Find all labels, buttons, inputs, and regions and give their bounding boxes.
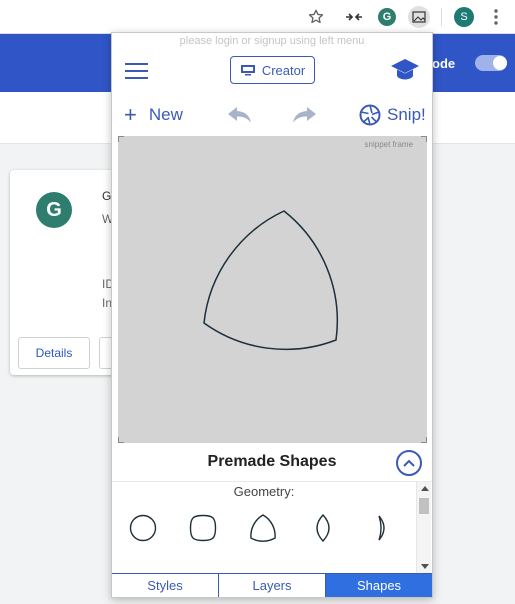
scroll-thumb[interactable] [419, 498, 429, 514]
new-button[interactable]: + New [124, 101, 183, 129]
aperture-icon [359, 104, 381, 126]
background-card: G G W ID In Details [10, 170, 120, 375]
new-label: New [148, 105, 183, 124]
toggle-knob [493, 56, 507, 70]
shapes-panel: Geometry: [112, 481, 432, 574]
tab-shapes[interactable]: Shapes [326, 574, 432, 597]
card-logo: G [36, 192, 72, 228]
chevron-up-icon [403, 459, 415, 467]
grammarly-extension-icon[interactable]: G [375, 5, 399, 29]
scroll-up-arrow-icon[interactable] [421, 486, 429, 491]
graduation-cap-icon[interactable] [390, 57, 420, 83]
snip-extension-icon[interactable] [407, 5, 431, 29]
reuleaux-triangle-option[interactable] [247, 512, 279, 544]
extension-arrows-icon[interactable] [342, 5, 366, 29]
premade-shapes-header: Premade Shapes [112, 446, 432, 480]
screen: G S ode G G W ID In Details please login… [0, 0, 515, 604]
profile-initial: S [454, 7, 474, 27]
vesica-shape-option[interactable] [307, 512, 339, 544]
drawing-canvas[interactable]: snippet frame [118, 136, 427, 443]
editor-toolbar: + New Snip! [112, 99, 432, 133]
reuleaux-triangle-shape[interactable] [118, 136, 427, 443]
mode-toggle[interactable] [475, 55, 507, 71]
bookmark-star-icon[interactable] [304, 5, 328, 29]
bottom-tabs: Styles Layers Shapes [112, 573, 432, 597]
login-notice: please login or signup using left menu [179, 35, 365, 47]
toolbar-separator [441, 8, 442, 26]
profile-avatar[interactable]: S [452, 5, 476, 29]
squircle-shape-option[interactable] [187, 512, 219, 544]
browser-toolbar: G S [0, 0, 515, 34]
tab-layers[interactable]: Layers [219, 574, 326, 597]
snip-label: Snip! [387, 105, 426, 124]
undo-button[interactable] [225, 103, 255, 127]
grammarly-letter: G [378, 8, 396, 26]
creator-button[interactable]: Creator [230, 56, 315, 84]
hamburger-menu-button[interactable] [124, 61, 150, 81]
card-title: G [102, 189, 112, 203]
extension-popup: please login or signup using left menu C… [111, 32, 433, 598]
section-title: Premade Shapes [207, 453, 337, 470]
creator-label: Creator [261, 62, 306, 78]
tab-styles[interactable]: Styles [112, 574, 219, 597]
collapse-button[interactable] [396, 450, 422, 476]
scroll-down-arrow-icon[interactable] [421, 564, 429, 569]
shapes-scrollbar[interactable] [416, 482, 431, 574]
browser-menu-icon[interactable] [484, 5, 508, 29]
details-button[interactable]: Details [18, 337, 90, 369]
geometry-category-label: Geometry: [233, 484, 295, 499]
monitor-icon [240, 65, 255, 76]
crescent-shape-option[interactable] [367, 512, 399, 544]
mode-label: ode [432, 56, 456, 71]
undo-icon [228, 107, 251, 123]
circle-shape-option[interactable] [127, 512, 159, 544]
plus-icon: + [124, 102, 137, 127]
redo-icon [293, 107, 316, 123]
snip-button[interactable]: Snip! [359, 101, 426, 129]
redo-button[interactable] [289, 103, 319, 127]
